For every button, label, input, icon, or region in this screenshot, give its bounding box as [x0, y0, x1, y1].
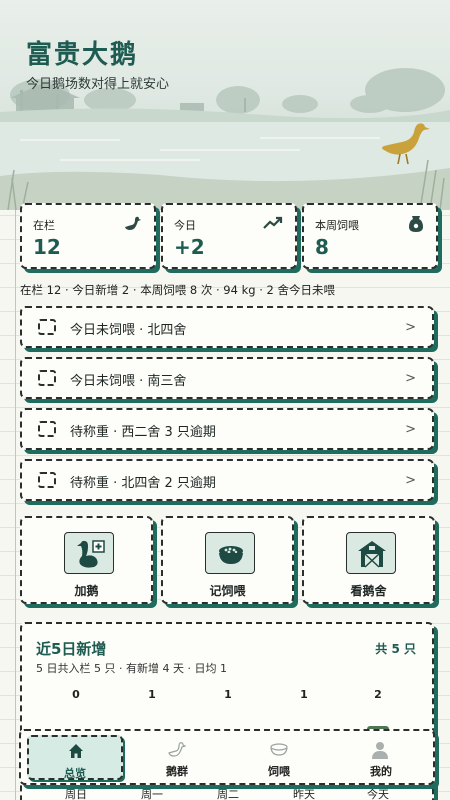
feed-bowl-icon [205, 532, 255, 574]
nav-tab-flock[interactable]: 鹅群 [129, 735, 225, 780]
tile-label: 记饲喂 [209, 584, 246, 598]
nav-tab-feeding[interactable]: 饲喂 [231, 735, 327, 780]
goose-illustration-icon [382, 123, 430, 165]
notebook-margin-line [15, 200, 16, 800]
nav-label: 鹅群 [166, 765, 188, 778]
todo-item[interactable]: 待称重 · 西二舍 3 只逾期 > [20, 408, 434, 450]
bar-category-label: 今天 [367, 788, 389, 800]
bottom-nav: 总览 鹅群 饲喂 我的 [19, 729, 435, 785]
checkbox[interactable] [38, 472, 56, 488]
nav-label: 我的 [370, 765, 392, 778]
nav-label: 总览 [64, 767, 86, 780]
bar-category-label: 周一 [141, 788, 163, 800]
checkbox[interactable] [38, 421, 56, 437]
add-goose-icon [64, 532, 114, 574]
header-banner: 富贵大鹅 今日鹅场数对得上就安心 [0, 0, 450, 210]
todo-item[interactable]: 待称重 · 北四舍 2 只逾期 > [20, 459, 434, 501]
add-goose-button[interactable]: 加鹅 [20, 516, 153, 604]
bar-value-label: 1 [224, 688, 232, 701]
stat-card-week-feeding[interactable]: 本周饲喂 8 [302, 203, 438, 269]
goose-icon [168, 742, 186, 757]
bar-value-label: 1 [148, 688, 156, 701]
stat-value: +2 [174, 235, 205, 259]
bar-category-label: 周二 [217, 788, 239, 800]
total-count: 共 5 只 [375, 642, 416, 656]
farm-landscape-illustration [0, 68, 450, 210]
nav-tab-overview[interactable]: 总览 [27, 735, 123, 780]
home-icon [69, 744, 83, 758]
card-title: 近5日新增 [36, 640, 107, 658]
todo-item[interactable]: 今日未饲喂 · 北四舍 > [20, 306, 434, 348]
summary-line: 在栏 12 · 今日新增 2 · 本周饲喂 8 次 · 94 kg · 2 舍今… [20, 283, 335, 297]
stat-label: 在栏 [33, 219, 55, 232]
app-title: 富贵大鹅 [26, 40, 139, 70]
checkbox[interactable] [38, 319, 56, 335]
bar-category-label: 周日 [65, 788, 87, 800]
chevron-right-icon: > [405, 473, 416, 488]
bar-value-label: 1 [300, 688, 308, 701]
chevron-right-icon: > [405, 320, 416, 335]
view-barn-button[interactable]: 看鹅舍 [302, 516, 435, 604]
nav-label: 饲喂 [268, 765, 290, 778]
todo-text: 今日未饲喂 · 南三舍 [70, 374, 187, 389]
stat-value: 8 [315, 235, 329, 259]
stat-label: 本周饲喂 [315, 219, 359, 232]
feed-bag-icon [409, 216, 423, 232]
trend-up-icon [263, 216, 283, 229]
todo-text: 今日未饲喂 · 北四舍 [70, 323, 187, 338]
checkbox[interactable] [38, 370, 56, 386]
user-icon [372, 742, 388, 759]
goose-icon [125, 216, 141, 230]
todo-text: 待称重 · 北四舍 2 只逾期 [70, 476, 216, 491]
tile-label: 看鹅舍 [350, 584, 387, 598]
tile-label: 加鹅 [74, 584, 99, 598]
stat-label: 今日 [174, 219, 196, 232]
bar-category-label: 昨天 [293, 788, 315, 800]
bar-value-label: 2 [374, 688, 382, 701]
barn-icon [346, 532, 396, 574]
app-subtitle: 今日鹅场数对得上就安心 [26, 77, 170, 92]
stat-value: 12 [33, 235, 61, 259]
stat-card-in-stock[interactable]: 在栏 12 [20, 203, 156, 269]
chevron-right-icon: > [405, 371, 416, 386]
nav-tab-profile[interactable]: 我的 [333, 735, 429, 780]
todo-item[interactable]: 今日未饲喂 · 南三舍 > [20, 357, 434, 399]
card-subtitle: 5 日共入栏 5 只 · 有新增 4 天 · 日均 1 [36, 662, 227, 675]
bowl-icon [270, 743, 288, 756]
chevron-right-icon: > [405, 422, 416, 437]
record-feeding-button[interactable]: 记饲喂 [161, 516, 294, 604]
stat-card-today[interactable]: 今日 +2 [161, 203, 297, 269]
todo-text: 待称重 · 西二舍 3 只逾期 [70, 425, 216, 440]
bar-value-label: 0 [72, 688, 80, 701]
